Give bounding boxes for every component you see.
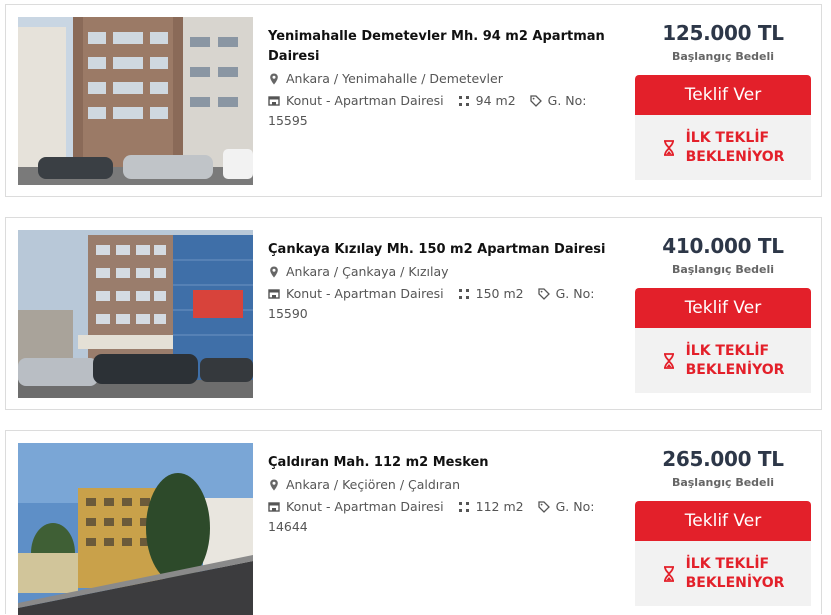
area-icon bbox=[458, 501, 470, 513]
area-icon bbox=[458, 288, 470, 300]
price-caption: Başlangıç Bedeli bbox=[671, 476, 775, 489]
price-caption: Başlangıç Bedeli bbox=[671, 50, 775, 63]
listing-location: Ankara / Keçiören / Çaldıran bbox=[268, 475, 630, 495]
tag-icon bbox=[530, 95, 542, 107]
listing-location: Ankara / Çankaya / Kızılay bbox=[268, 262, 630, 282]
listing-title[interactable]: Çankaya Kızılay Mh. 150 m2 Apartman Dair… bbox=[268, 240, 630, 260]
area-text: 112 m2 bbox=[475, 499, 524, 514]
listing-photo[interactable] bbox=[18, 230, 253, 398]
building-icon bbox=[268, 501, 280, 513]
map-pin-icon bbox=[268, 73, 280, 85]
status-waiting: İLK TEKLİF BEKLENİYOR bbox=[635, 541, 811, 606]
location-text: Ankara / Yenimahalle / Demetevler bbox=[286, 71, 503, 86]
listing-card[interactable]: Çankaya Kızılay Mh. 150 m2 Apartman Dair… bbox=[5, 217, 822, 410]
building-icon bbox=[268, 95, 280, 107]
status-line-2: BEKLENİYOR bbox=[685, 574, 785, 591]
type-text: Konut - Apartman Dairesi bbox=[286, 286, 444, 301]
listing-location: Ankara / Yenimahalle / Demetevler bbox=[268, 69, 630, 89]
listing-meta: Konut - Apartman Dairesi 94 m2 G. No: 15… bbox=[268, 91, 630, 131]
tag-icon bbox=[537, 501, 550, 513]
location-text: Ankara / Çankaya / Kızılay bbox=[286, 264, 449, 279]
status-line-1: İLK TEKLİF bbox=[685, 342, 770, 359]
status-waiting: İLK TEKLİF BEKLENİYOR bbox=[635, 115, 811, 180]
offer-button[interactable]: Teklif Ver bbox=[635, 501, 811, 541]
area-text: 94 m2 bbox=[475, 93, 516, 108]
price: 410.000 TL bbox=[662, 234, 784, 258]
status-line-2: BEKLENİYOR bbox=[685, 148, 785, 165]
listing-title[interactable]: Yenimahalle Demetevler Mh. 94 m2 Apartma… bbox=[268, 27, 630, 67]
status-line-1: İLK TEKLİF bbox=[685, 555, 770, 572]
building-icon bbox=[268, 288, 280, 300]
price: 265.000 TL bbox=[662, 447, 784, 471]
area-text: 150 m2 bbox=[475, 286, 524, 301]
listing-meta: Konut - Apartman Dairesi 150 m2 G. No: 1… bbox=[268, 284, 630, 324]
type-text: Konut - Apartman Dairesi bbox=[286, 499, 444, 514]
area-icon bbox=[458, 95, 470, 107]
listing-photo[interactable] bbox=[18, 17, 253, 185]
type-text: Konut - Apartman Dairesi bbox=[286, 93, 444, 108]
status-waiting: İLK TEKLİF BEKLENİYOR bbox=[635, 328, 811, 393]
price-caption: Başlangıç Bedeli bbox=[671, 263, 775, 276]
hourglass-icon bbox=[662, 352, 676, 369]
listing-meta: Konut - Apartman Dairesi 112 m2 G. No: 1… bbox=[268, 497, 630, 537]
location-text: Ankara / Keçiören / Çaldıran bbox=[286, 477, 460, 492]
listing-card[interactable]: Çaldıran Mah. 112 m2 Mesken Ankara / Keç… bbox=[5, 430, 822, 615]
listing-title[interactable]: Çaldıran Mah. 112 m2 Mesken bbox=[268, 453, 630, 473]
listing-photo[interactable] bbox=[18, 443, 253, 615]
offer-button[interactable]: Teklif Ver bbox=[635, 75, 811, 115]
listing-card[interactable]: Yenimahalle Demetevler Mh. 94 m2 Apartma… bbox=[5, 4, 822, 197]
offer-button[interactable]: Teklif Ver bbox=[635, 288, 811, 328]
status-line-1: İLK TEKLİF bbox=[685, 129, 770, 146]
map-pin-icon bbox=[268, 479, 280, 491]
hourglass-icon bbox=[662, 139, 676, 156]
status-line-2: BEKLENİYOR bbox=[685, 361, 785, 378]
hourglass-icon bbox=[662, 565, 676, 582]
price: 125.000 TL bbox=[662, 21, 784, 45]
tag-icon bbox=[537, 288, 550, 300]
map-pin-icon bbox=[268, 266, 280, 278]
